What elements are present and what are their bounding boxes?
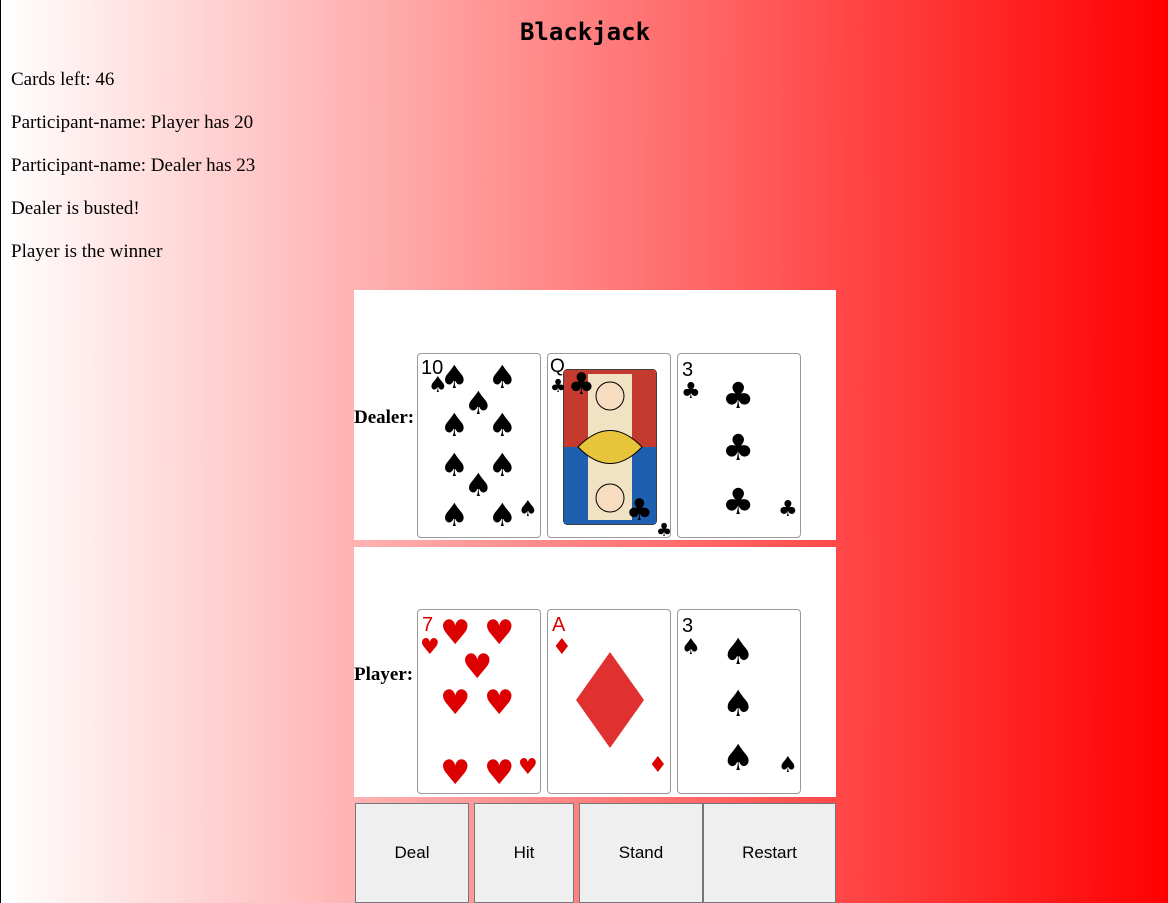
- winner-message: Player is the winner: [11, 241, 163, 262]
- svg-text:♥: ♥: [420, 635, 440, 660]
- svg-text:♠: ♠: [722, 632, 754, 673]
- svg-text:♥: ♥: [440, 683, 470, 723]
- svg-text:♠: ♠: [722, 738, 754, 779]
- seven-of-hearts-card: 7 ♥ ♥ ♥ ♥ ♥ ♥ ♥ ♥ ♥: [420, 613, 538, 793]
- dealer-card-1: 10 ♠ ♠ ♠ ♠ ♠ ♠ ♠ ♠ ♠ ♠ ♠ ♠: [417, 353, 541, 538]
- restart-button[interactable]: Restart: [703, 803, 836, 903]
- svg-text:♣: ♣: [656, 520, 671, 538]
- svg-text:♣: ♣: [722, 428, 754, 469]
- card-rank: 3: [682, 359, 693, 381]
- svg-text:♣: ♣: [778, 497, 798, 522]
- ace-of-diamonds-card: A ♦ ♦: [552, 614, 668, 778]
- dealer-card-3: 3 ♣ ♣ ♣ ♣ ♣: [677, 353, 801, 538]
- player-card-2: A ♦ ♦: [547, 609, 671, 794]
- svg-text:♦: ♦: [648, 753, 668, 778]
- bust-message: Dealer is busted!: [11, 198, 140, 219]
- svg-text:♠: ♠: [722, 684, 754, 725]
- player-panel: Player: 7 ♥ ♥♥ ♥ ♥♥ ♥♥ ♥ A ♦ ♦ 3 ♠ ♠: [354, 547, 836, 797]
- dealer-card-2: Q ♣ ♣ ♣ ♣: [547, 353, 671, 538]
- svg-text:♠: ♠: [681, 635, 701, 660]
- three-of-clubs-card: 3 ♣ ♣ ♣ ♣ ♣: [681, 359, 798, 523]
- svg-text:♣: ♣: [681, 379, 701, 404]
- svg-text:♦: ♦: [552, 635, 572, 660]
- svg-text:♥: ♥: [484, 683, 514, 723]
- svg-text:♠: ♠: [440, 496, 469, 534]
- svg-text:♥: ♥: [462, 647, 492, 687]
- dealer-label: Dealer:: [354, 407, 415, 428]
- card-rank: 3: [682, 615, 693, 637]
- svg-text:♠: ♠: [488, 406, 517, 444]
- dealer-panel: Dealer: 10 ♠ ♠ ♠ ♠ ♠ ♠ ♠ ♠ ♠ ♠ ♠ ♠ Q ♣ ♣…: [354, 290, 836, 540]
- svg-text:♠: ♠: [440, 406, 469, 444]
- card-rank: A: [552, 614, 566, 636]
- player-label: Player:: [354, 664, 414, 685]
- svg-text:♣: ♣: [722, 376, 754, 417]
- player-card-3: 3 ♠ ♠ ♠ ♠ ♠: [677, 609, 801, 794]
- svg-text:♣: ♣: [722, 482, 754, 523]
- svg-text:♠: ♠: [778, 753, 798, 778]
- svg-text:♣: ♣: [568, 367, 595, 402]
- svg-text:♥: ♥: [484, 753, 514, 793]
- stand-button[interactable]: Stand: [579, 803, 703, 903]
- cards-left-text: Cards left: 46: [11, 69, 115, 90]
- player-score-text: Participant-name: Player has 20: [11, 112, 254, 133]
- ten-of-spades-card: 10 ♠ ♠ ♠ ♠ ♠ ♠ ♠ ♠ ♠ ♠ ♠ ♠: [421, 357, 538, 534]
- three-of-spades-card: 3 ♠ ♠ ♠ ♠ ♠: [681, 615, 798, 779]
- card-rank: Q: [550, 356, 565, 377]
- svg-text:♥: ♥: [440, 753, 470, 793]
- dealer-score-text: Participant-name: Dealer has 23: [11, 155, 256, 176]
- card-rank: 7: [422, 614, 433, 636]
- svg-text:♠: ♠: [518, 497, 538, 522]
- svg-text:♣: ♣: [626, 493, 653, 528]
- svg-text:♠: ♠: [488, 496, 517, 534]
- queen-of-clubs-card: Q ♣ ♣ ♣ ♣: [550, 356, 671, 538]
- hit-button[interactable]: Hit: [474, 803, 574, 903]
- player-card-1: 7 ♥ ♥ ♥ ♥ ♥ ♥ ♥ ♥ ♥: [417, 609, 541, 794]
- page-title: Blackjack: [519, 18, 651, 46]
- deal-button[interactable]: Deal: [355, 803, 469, 903]
- svg-text:♥: ♥: [518, 755, 538, 780]
